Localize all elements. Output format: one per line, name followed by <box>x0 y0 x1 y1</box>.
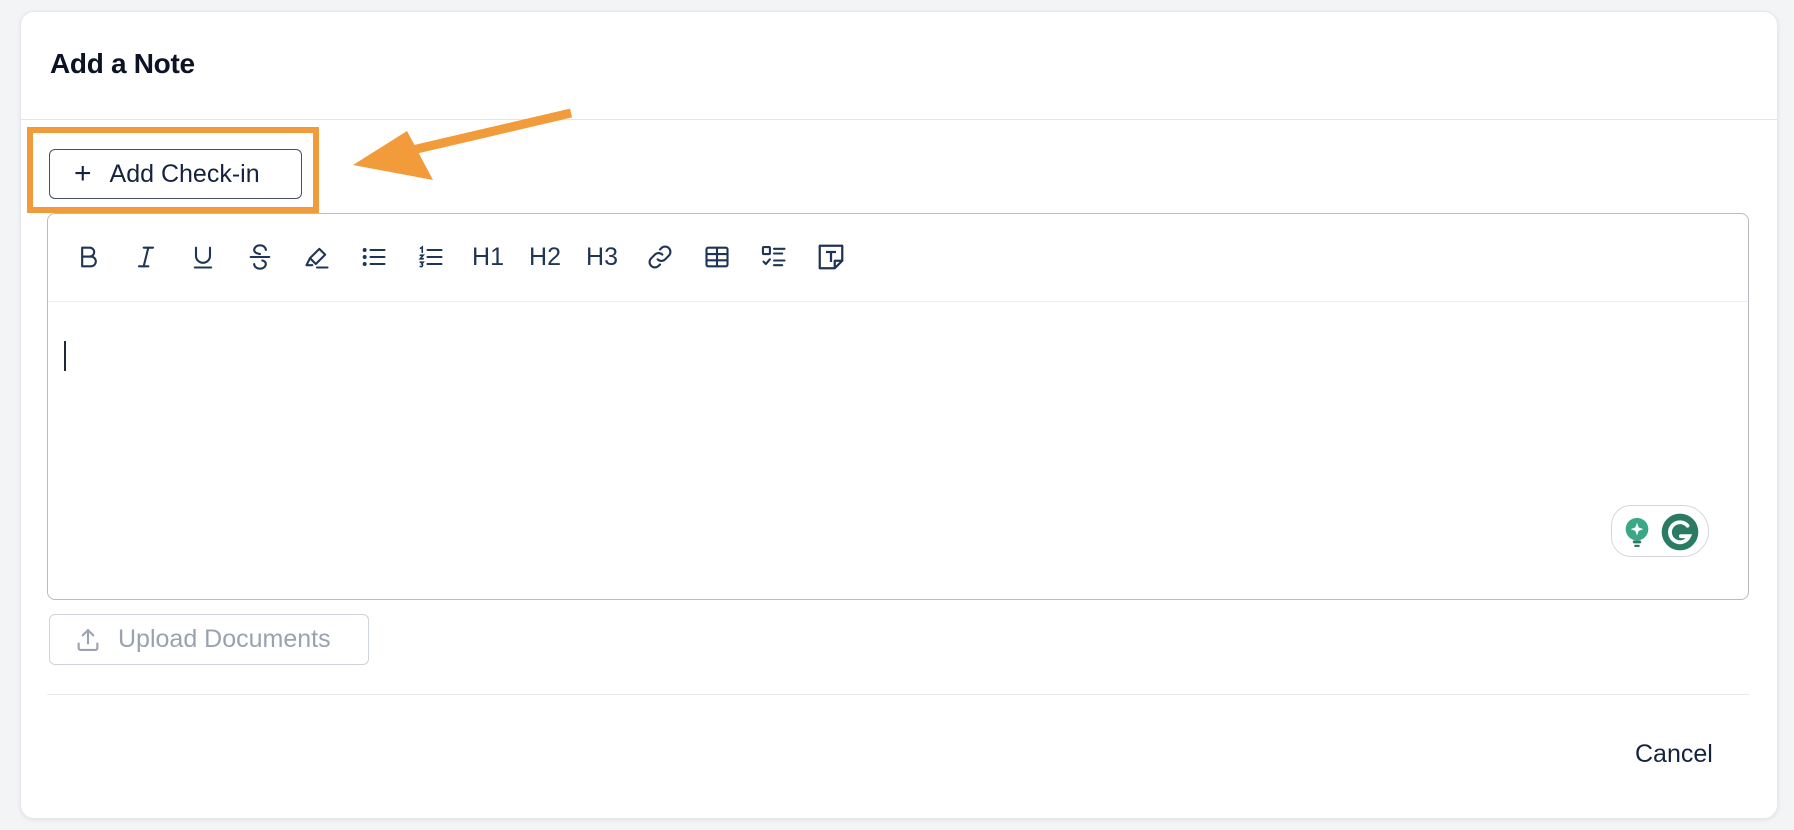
upload-documents-button[interactable]: Upload Documents <box>49 614 369 665</box>
footer-divider <box>47 694 1749 695</box>
bullet-list-icon[interactable] <box>354 237 394 277</box>
grammarly-widget[interactable] <box>1611 505 1709 557</box>
header-divider <box>21 119 1777 120</box>
heading-3-button[interactable]: H3 <box>582 237 622 277</box>
strikethrough-icon[interactable] <box>240 237 280 277</box>
add-check-in-button[interactable]: + Add Check-in <box>49 149 302 199</box>
link-icon[interactable] <box>640 237 680 277</box>
add-check-in-label: Add Check-in <box>109 159 260 188</box>
note-editor: H1 H2 H3 <box>47 213 1749 600</box>
numbered-list-icon[interactable] <box>411 237 451 277</box>
grammarly-g-icon <box>1661 513 1699 551</box>
dialog-title: Add a Note <box>50 48 195 79</box>
bold-icon[interactable] <box>68 237 108 277</box>
heading-2-button[interactable]: H2 <box>525 237 565 277</box>
heading-2-label: H2 <box>529 242 561 271</box>
checklist-icon[interactable] <box>754 237 794 277</box>
add-note-dialog: Add a Note + Add Check-in H1 H2 H3 Uploa… <box>20 11 1778 819</box>
upload-icon <box>77 628 99 651</box>
cancel-button[interactable]: Cancel <box>1635 740 1713 769</box>
upload-documents-label: Upload Documents <box>118 625 331 653</box>
italic-icon[interactable] <box>126 237 166 277</box>
heading-1-label: H1 <box>472 242 504 271</box>
heading-3-label: H3 <box>586 242 618 271</box>
highlighter-icon[interactable] <box>297 237 337 277</box>
text-box-icon[interactable] <box>811 237 851 277</box>
heading-1-button[interactable]: H1 <box>468 237 508 277</box>
arrow-annotation-icon <box>353 108 573 180</box>
table-icon[interactable] <box>697 237 737 277</box>
lightbulb-icon <box>1625 517 1649 548</box>
editor-content-area[interactable] <box>48 302 1748 598</box>
plus-icon: + <box>74 157 92 190</box>
underline-icon[interactable] <box>183 237 223 277</box>
editor-toolbar: H1 H2 H3 <box>48 214 1748 302</box>
